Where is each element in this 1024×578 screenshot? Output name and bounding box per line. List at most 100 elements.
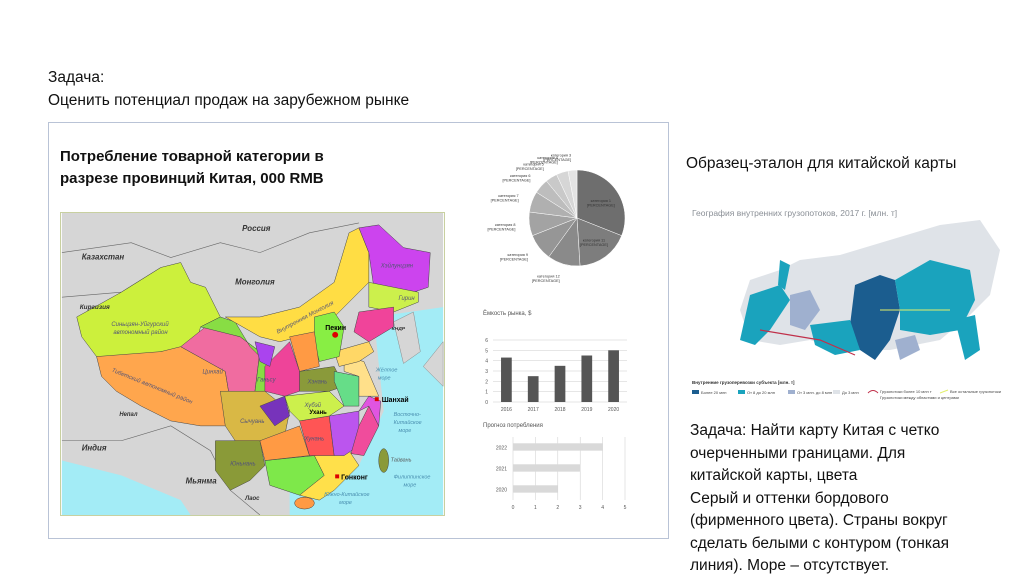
pie-label: категория 11 <box>583 238 605 242</box>
label-henan: Хэнань <box>306 379 327 385</box>
bar <box>501 357 512 402</box>
label-south-china-sea: Южно-Китайское <box>324 491 369 498</box>
pie-label: категория 3 <box>551 153 571 157</box>
reference-title: Образец-эталон для китайской карты <box>686 155 957 172</box>
bar <box>554 365 566 402</box>
label-sichuan: Сычуань <box>240 419 264 425</box>
task-label: Задача: <box>48 69 105 86</box>
pie-label: категория 7 <box>498 194 518 198</box>
x-tick-label: 5 <box>624 505 627 511</box>
bar-chart-title: Ёмкость рынка, $ <box>483 310 532 317</box>
map-title-line1: Потребление товарной категории в <box>60 148 324 165</box>
label-qinghai: Цинхай <box>202 368 223 375</box>
x-tick-label: 3 <box>579 505 582 511</box>
label-laos: Лаос <box>244 496 260 502</box>
pie-sublabel: [PERCENTAGE] <box>491 198 519 202</box>
bar <box>513 443 603 451</box>
task-line: Задача: Найти карту Китая с четко <box>690 422 940 439</box>
x-tick-label: 2018 <box>554 407 565 413</box>
label-xinjiang-2: автономный район <box>113 329 168 336</box>
label-gansu: Ганьсу <box>257 377 277 383</box>
legend: Более 20 млн От 8 до 20 млн От 3 млн. до… <box>692 389 1001 400</box>
legend-title: Внутренние грузоперевозки субъекта [млн.… <box>692 379 795 385</box>
label-east-china-sea-2: Китайское <box>394 419 422 426</box>
label-kndr: КНДР <box>392 326 406 332</box>
label-kazakhstan: Казахстан <box>82 253 125 262</box>
label-india: Индия <box>82 444 107 453</box>
label-xinjiang: Синьцзян-Уйгурский <box>111 321 169 328</box>
label-yellow-sea: Жёлтое <box>375 367 398 373</box>
pie-sublabel: [PERCENTAGE] <box>500 258 528 262</box>
legend-item: От 8 до 20 млн <box>747 390 775 395</box>
x-tick-label: 2020 <box>608 407 619 413</box>
task-line: сделать белыми с контуром (тонкая <box>690 534 949 552</box>
y-tick-label: 2 <box>485 379 488 385</box>
label-philippine-sea-2: море <box>404 482 417 488</box>
russia-map-title: География внутренних грузопотоков, 2017 … <box>692 208 897 218</box>
label-east-china-sea-3: море <box>399 428 412 434</box>
label-east-china-sea: Восточно- <box>394 412 421 418</box>
bar <box>581 355 593 402</box>
consumption-forecast-chart: Прогноз потребления 0 1 2 3 4 5 2022 2021 2020 <box>483 423 627 511</box>
pie-chart: категория 1[PERCENTAGE]категория 11[PERC… <box>487 153 626 283</box>
label-hubei: Хубэй <box>303 402 321 409</box>
label-nepal: Непал <box>119 412 138 418</box>
y-tick-label: 4 <box>485 359 488 365</box>
pie-label: категория 8 <box>495 223 515 227</box>
hbar-chart-title: Прогноз потребления <box>483 423 543 429</box>
x-tick-label: 2016 <box>501 407 512 413</box>
label-heilongjiang: Хэйлунцзян <box>380 262 414 269</box>
bar <box>608 350 619 402</box>
y-tick-label: 2022 <box>496 446 507 452</box>
legend-flow: Все остальные грузопотоки <box>950 389 1001 394</box>
russia-reference-map: География внутренних грузопотоков, 2017 … <box>690 200 1012 405</box>
y-tick-label: 2021 <box>496 467 507 473</box>
map-title: Потребление товарной категории в разрезе… <box>60 146 380 190</box>
y-tick-label: 0 <box>485 400 488 406</box>
label-wuhan: Ухань <box>309 410 327 416</box>
label-myanmar: Мьянма <box>186 476 218 485</box>
label-yunnan: Юньнань <box>230 461 255 467</box>
bar <box>513 464 581 472</box>
label-russia: Россия <box>242 224 271 233</box>
bar <box>513 485 558 493</box>
pie-sublabel: [PERCENTAGE] <box>532 279 560 283</box>
pie-sublabel: [PERCENTAGE] <box>587 203 615 207</box>
task-line: линия). Море – отсутствует. <box>690 557 890 574</box>
label-kyrgyzstan: Киргизия <box>80 304 110 311</box>
task-line: Серый и оттенки бордового <box>690 489 889 507</box>
task-line: очерченными границами. Для <box>690 444 906 462</box>
right-task-text: Задача: Найти карту Китая с четко очерчен… <box>690 420 1020 578</box>
legend-item: Более 20 млн <box>701 390 727 395</box>
x-tick-label: 2017 <box>528 407 539 413</box>
legend-item: От 3 млн. до 8 млн <box>797 390 832 395</box>
pie-sublabel: [PERCENTAGE] <box>487 227 515 231</box>
task-line: (фирменного цвета). Страны вокруг <box>690 512 948 529</box>
x-tick-label: 1 <box>534 505 537 511</box>
y-tick-label: 5 <box>485 348 488 354</box>
label-shanghai: Шанхай <box>382 396 409 404</box>
y-tick-label: 3 <box>485 369 488 375</box>
label-taiwan: Тайвань <box>391 457 412 464</box>
x-tick-label: 2 <box>556 505 559 511</box>
market-capacity-bar-chart: Ёмкость рынка, $ 0 1 2 3 4 5 6 2016 2017 2018 2019 2… <box>483 310 627 413</box>
map-title-line2: разрезе провинций Китая, 000 RMB <box>60 170 324 187</box>
label-hunan: Хунань <box>303 437 324 443</box>
x-tick-label: 4 <box>601 505 604 511</box>
x-tick-label: 0 <box>512 505 515 511</box>
legend-flow: Грузопотоки между областями и центрами <box>880 395 959 400</box>
pie-label: категория 6 <box>510 174 530 178</box>
task-description: Оценить потенциал продаж на зарубежном р… <box>48 92 410 109</box>
y-tick-label: 1 <box>485 390 488 396</box>
label-jilin: Гирин <box>399 296 416 302</box>
pie-label: категория 9 <box>508 253 528 257</box>
label-yellow-sea-2: море <box>378 375 391 381</box>
y-tick-label: 2020 <box>496 488 507 494</box>
pie-label: категория 1 <box>591 199 611 203</box>
label-philippine-sea: Филиппинское <box>394 474 431 480</box>
pie-sublabel: [PERCENTAGE] <box>516 167 544 171</box>
x-tick-label: 2019 <box>581 407 592 413</box>
pie-sublabel: [PERCENTAGE] <box>543 158 571 162</box>
china-map: Россия Казахстан Монголия Киргизия Индия… <box>60 212 445 516</box>
pie-sublabel: [PERCENTAGE] <box>580 243 608 247</box>
